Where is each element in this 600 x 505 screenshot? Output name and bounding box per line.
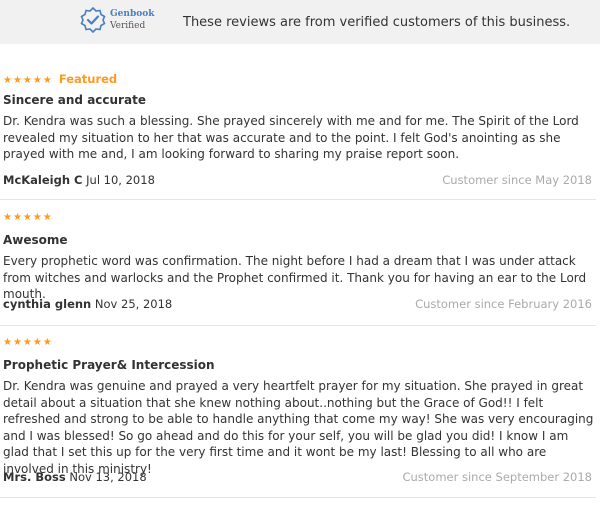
review-item: ★★★★★ Featured Sincere and accurate Dr. K… [0, 60, 596, 200]
star-rating: ★★★★★ Featured [3, 72, 117, 86]
review-body: Dr. Kendra was genuine and prayed a very… [3, 379, 594, 476]
verified-banner: Genbook Verified These reviews are from … [0, 0, 600, 44]
featured-label: Featured [58, 72, 118, 86]
review-body: Dr. Kendra was such a blessing. She pray… [3, 114, 579, 161]
verified-message: These reviews are from verified customer… [183, 15, 571, 30]
review-author: Mrs. Boss [3, 470, 66, 484]
verified-check-icon [80, 7, 106, 33]
review-title: Awesome [3, 233, 68, 247]
genbook-verified-badge: Genbook Verified [80, 7, 155, 33]
review-author: cynthia glenn [3, 297, 92, 311]
customer-since: Customer since September 2018 [402, 470, 592, 484]
stars-icon: ★★★★★ [3, 212, 53, 223]
review-meta: cynthia glenn Nov 25, 2018 Customer sinc… [3, 297, 592, 311]
review-body: Every prophetic word was confirmation. T… [3, 254, 587, 301]
customer-since: Customer since May 2018 [442, 173, 592, 187]
review-author: McKaleigh C [3, 173, 83, 187]
review-date: Jul 10, 2018 [86, 173, 155, 187]
review-date: Nov 13, 2018 [69, 470, 147, 484]
customer-since: Customer since February 2016 [415, 297, 592, 311]
star-rating: ★★★★★ [3, 212, 53, 223]
badge-brand: Genbook [110, 9, 155, 19]
review-meta: McKaleigh C Jul 10, 2018 Customer since … [3, 173, 592, 187]
review-title: Sincere and accurate [3, 93, 146, 107]
stars-icon: ★★★★★ [3, 75, 53, 86]
stars-icon: ★★★★★ [3, 337, 53, 348]
review-item: ★★★★★ Awesome Every prophetic word was c… [0, 199, 596, 326]
review-title: Prophetic Prayer& Intercession [3, 358, 215, 372]
star-rating: ★★★★★ [3, 337, 53, 348]
badge-verified-label: Verified [110, 21, 146, 31]
review-date: Nov 25, 2018 [94, 297, 173, 311]
review-item: ★★★★★ Prophetic Prayer& Intercession Dr.… [0, 325, 596, 498]
review-meta: Mrs. Boss Nov 13, 2018 Customer since Se… [3, 470, 592, 484]
